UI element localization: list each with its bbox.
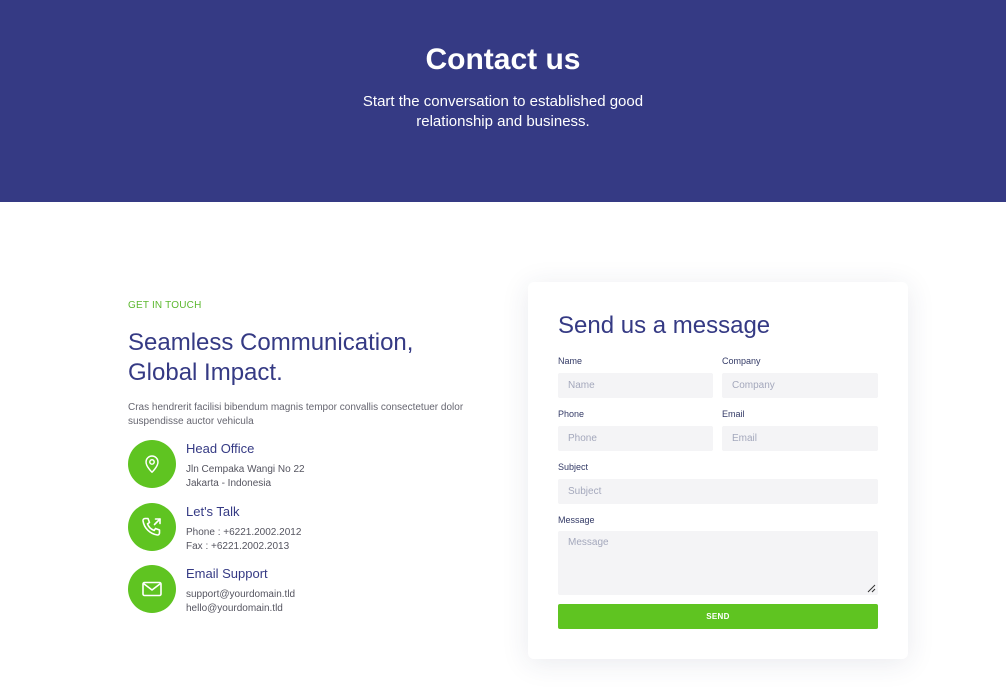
company-label: Company bbox=[722, 356, 761, 366]
contact-detail-1: Jln Cempaka Wangi No 22 bbox=[186, 464, 305, 475]
message-placeholder: Message bbox=[568, 537, 609, 548]
hero-banner: Contact us Start the conversation to est… bbox=[0, 0, 1006, 202]
email-input[interactable]: Email bbox=[722, 426, 878, 451]
contact-detail-2: Jakarta - Indonesia bbox=[186, 478, 272, 489]
contact-detail-1: Phone : +6221.2002.2012 bbox=[186, 527, 302, 538]
hero-subtitle: Start the conversation to established go… bbox=[362, 93, 644, 130]
contact-email-2[interactable]: hello@yourdomain.tld bbox=[186, 603, 283, 614]
phone-outgoing-icon bbox=[128, 503, 176, 551]
section-description: Cras hendrerit facilisi bibendum magnis … bbox=[128, 402, 464, 427]
message-label: Message bbox=[558, 515, 595, 525]
subject-input[interactable]: Subject bbox=[558, 479, 878, 504]
message-textarea[interactable]: Message bbox=[558, 531, 878, 595]
name-label: Name bbox=[558, 356, 583, 366]
envelope-icon bbox=[128, 565, 176, 613]
get-in-touch-section: GET IN TOUCH Seamless Communication, Glo… bbox=[128, 300, 468, 429]
email-label: Email bbox=[722, 409, 745, 419]
headline-line-2: Global Impact. bbox=[128, 359, 283, 386]
contact-email-1[interactable]: support@yourdomain.tld bbox=[186, 589, 295, 600]
resize-handle-icon[interactable] bbox=[866, 583, 876, 593]
phone-input[interactable]: Phone bbox=[558, 426, 713, 451]
contact-title: Head Office bbox=[186, 441, 255, 456]
contact-title: Email Support bbox=[186, 566, 268, 581]
section-headline: Seamless Communication, Global Impact. bbox=[128, 328, 468, 388]
phone-label: Phone bbox=[558, 409, 585, 419]
headline-line-1: Seamless Communication, bbox=[128, 329, 414, 356]
contact-detail-2: Fax : +6221.2002.2013 bbox=[186, 541, 290, 552]
page-title: Contact us bbox=[425, 43, 581, 76]
eyebrow-label: GET IN TOUCH bbox=[128, 300, 202, 311]
name-input[interactable]: Name bbox=[558, 373, 713, 398]
contact-form-card: Send us a message Name Name Company Comp… bbox=[528, 282, 908, 659]
form-title: Send us a message bbox=[558, 312, 771, 339]
contact-title: Let's Talk bbox=[186, 504, 240, 519]
company-input[interactable]: Company bbox=[722, 373, 878, 398]
location-pin-icon bbox=[128, 440, 176, 488]
send-button[interactable]: SEND bbox=[558, 604, 878, 629]
subject-label: Subject bbox=[558, 462, 589, 472]
